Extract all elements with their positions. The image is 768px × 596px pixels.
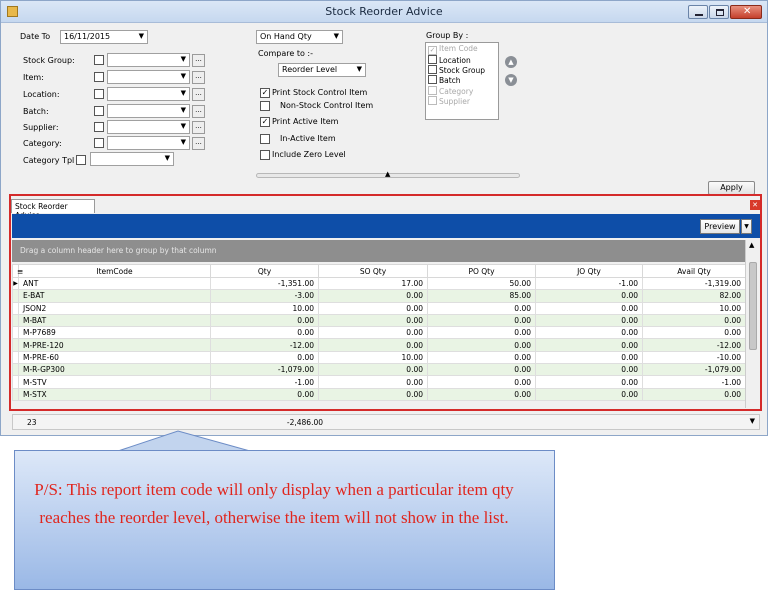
callout-note: P/S: This report item code will only dis… — [34, 480, 514, 527]
callout-arrow — [117, 430, 251, 452]
